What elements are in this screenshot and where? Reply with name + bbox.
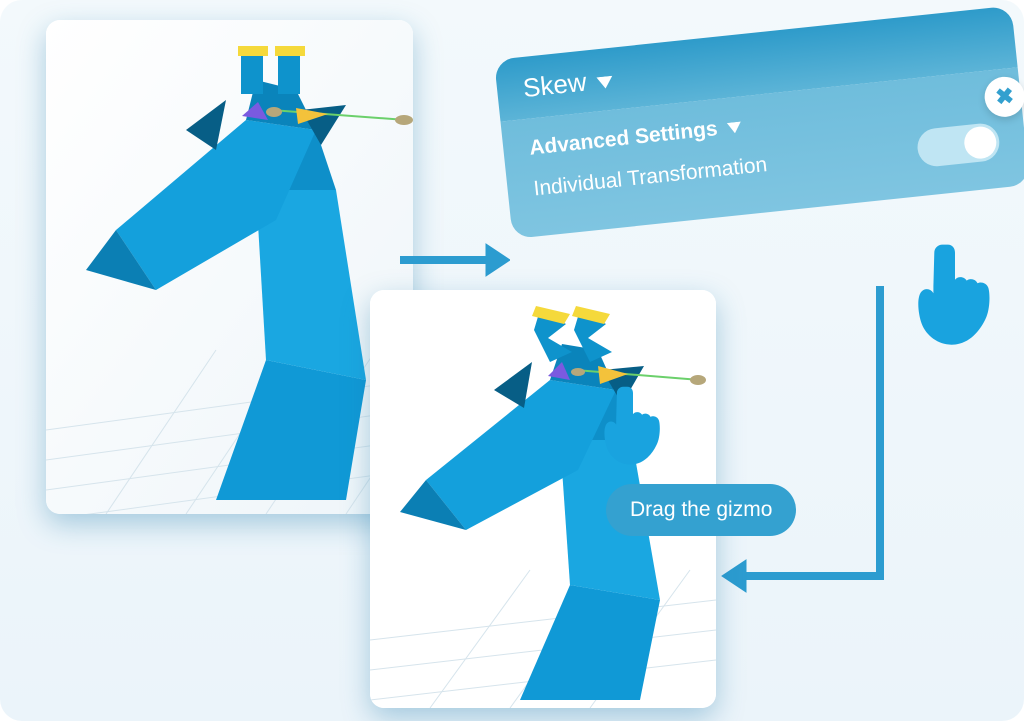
model-preview-before <box>46 20 413 514</box>
option-label: Individual Transformation <box>533 153 769 201</box>
panel-title: Skew <box>521 66 587 103</box>
hand-pointer-icon <box>598 382 668 470</box>
flow-arrow-to-result <box>720 286 900 606</box>
flow-arrow-to-panel <box>400 230 510 290</box>
giraffe-model-before <box>46 20 413 514</box>
hand-pointer-icon <box>910 240 1000 350</box>
chevron-down-icon <box>595 63 614 96</box>
diagram-canvas: Skew Advanced Settings Individual Transf… <box>0 0 1024 721</box>
chevron-down-icon <box>726 115 742 140</box>
individual-transformation-toggle[interactable] <box>916 122 1002 168</box>
tooltip-text: Drag the gizmo <box>630 498 772 521</box>
close-icon: ✖ <box>994 83 1015 111</box>
toggle-knob <box>963 125 998 160</box>
drag-gizmo-tooltip: Drag the gizmo <box>606 484 796 536</box>
